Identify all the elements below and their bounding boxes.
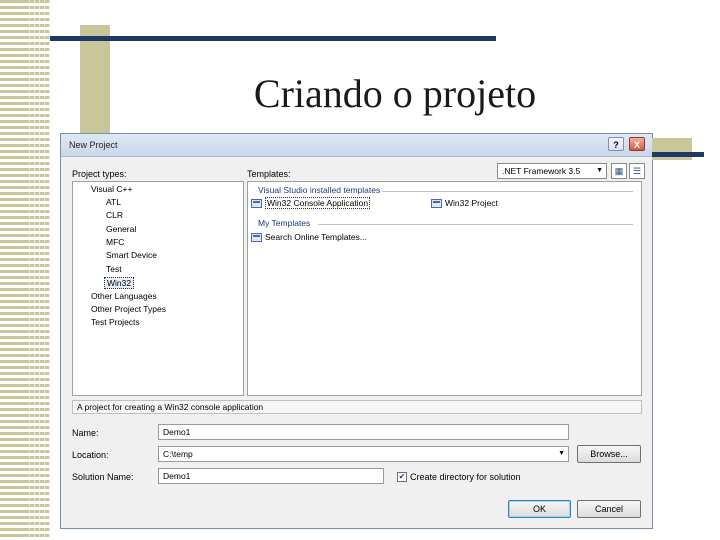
project-types-label: Project types: [72, 169, 127, 179]
solution-name-label: Solution Name: [72, 472, 134, 482]
small-icons-icon: ☰ [632, 166, 642, 176]
create-directory-label: Create directory for solution [410, 472, 521, 482]
ok-button[interactable]: OK [508, 500, 571, 518]
new-project-dialog: New Project ? X Project types: Templates… [60, 133, 653, 529]
large-icons-icon: ▦ [614, 166, 624, 176]
template-label: Search Online Templates... [265, 232, 367, 242]
project-types-tree[interactable]: Visual C++ ATL CLR General MFC Smart Dev… [72, 181, 244, 396]
search-online-icon [251, 233, 262, 243]
tree-item-other-project-types[interactable]: Other Project Types [91, 304, 166, 314]
dialog-title: New Project [69, 140, 118, 150]
chevron-down-icon: ▼ [596, 167, 603, 174]
template-description: A project for creating a Win32 console a… [72, 400, 642, 414]
name-value: Demo1 [163, 427, 191, 437]
location-field[interactable]: C:\temp ▼ [158, 446, 569, 462]
small-icons-view-button[interactable]: ☰ [629, 163, 645, 179]
console-app-icon [251, 199, 262, 209]
template-win32-project[interactable]: Win32 Project [431, 198, 498, 209]
title-rule [50, 36, 496, 41]
tree-item-atl[interactable]: ATL [106, 197, 121, 207]
tree-item-test-projects[interactable]: Test Projects [91, 317, 140, 327]
create-directory-checkbox[interactable]: ✔ [397, 472, 407, 482]
template-label: Win32 Project [445, 198, 498, 208]
solution-name-field[interactable]: Demo1 [158, 468, 384, 484]
location-value: C:\temp [163, 449, 193, 459]
template-label: Win32 Console Application [265, 197, 371, 209]
close-icon: X [633, 140, 640, 150]
framework-value: .NET Framework 3.5 [502, 166, 581, 176]
browse-button[interactable]: Browse... [577, 445, 641, 463]
templates-label: Templates: [247, 169, 291, 179]
chevron-down-icon: ▼ [558, 450, 565, 457]
help-button[interactable]: ? [608, 137, 624, 151]
solution-name-value: Demo1 [163, 471, 191, 481]
framework-select[interactable]: .NET Framework 3.5 ▼ [497, 163, 607, 179]
close-button[interactable]: X [629, 137, 645, 151]
location-label: Location: [72, 450, 109, 460]
template-win32-console-app[interactable]: Win32 Console Application [251, 197, 371, 209]
group-divider [382, 191, 633, 192]
tree-item-mfc[interactable]: MFC [106, 237, 124, 247]
tree-item-win32[interactable]: Win32 [104, 277, 135, 289]
name-label: Name: [72, 428, 99, 438]
tree-item-other-languages[interactable]: Other Languages [91, 291, 157, 301]
large-icons-view-button[interactable]: ▦ [611, 163, 627, 179]
decorative-rule [652, 152, 704, 157]
decorative-stripes-overlay [25, 0, 50, 540]
tree-item-clr[interactable]: CLR [106, 210, 123, 220]
group-my-templates: My Templates [258, 218, 311, 228]
cancel-button[interactable]: Cancel [577, 500, 641, 518]
win32-project-icon [431, 199, 442, 209]
tree-item-smart-device[interactable]: Smart Device [106, 250, 157, 260]
dialog-titlebar: New Project ? X [61, 134, 652, 157]
check-icon: ✔ [398, 472, 406, 481]
templates-list[interactable]: Visual Studio installed templates Win32 … [247, 181, 642, 396]
tree-item-test[interactable]: Test [106, 264, 122, 274]
slide-title: Criando o projeto [253, 71, 537, 116]
help-icon: ? [613, 140, 619, 150]
tree-item-visual-cpp[interactable]: Visual C++ [91, 184, 132, 194]
group-divider [318, 224, 633, 225]
template-search-online[interactable]: Search Online Templates... [251, 232, 367, 243]
name-field[interactable]: Demo1 [158, 424, 569, 440]
group-installed-templates: Visual Studio installed templates [258, 185, 381, 195]
tree-item-general[interactable]: General [106, 224, 136, 234]
decorative-block [80, 25, 110, 135]
